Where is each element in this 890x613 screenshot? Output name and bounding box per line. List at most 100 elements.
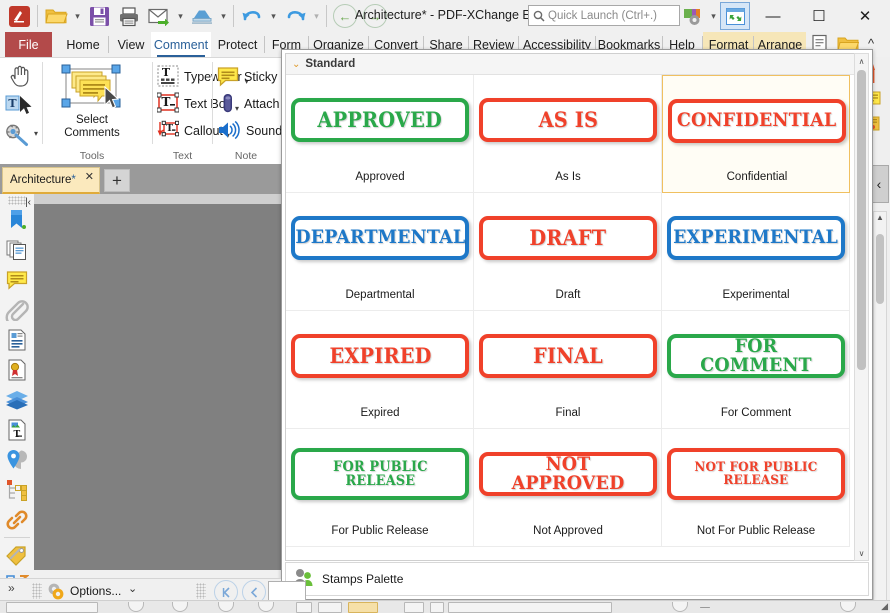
status-arc-4[interactable] (258, 602, 274, 612)
status-chip-4[interactable] (404, 602, 424, 613)
stamp-text: AS IS (538, 107, 598, 133)
stamp-cell[interactable]: DRAFT Draft (474, 193, 662, 311)
scroll-up-icon[interactable]: ▲ (874, 213, 886, 222)
stamps-group-header-standard[interactable]: ⌄ Standard (286, 54, 868, 75)
tab-home[interactable]: Home (60, 32, 106, 57)
stamp-cell[interactable]: AS IS As Is (474, 75, 662, 193)
undo-icon[interactable] (237, 2, 267, 30)
email-icon[interactable] (144, 2, 174, 30)
palette-scrollbar[interactable]: ∧ ∨ (854, 53, 869, 561)
structure-tree-icon[interactable] (0, 475, 34, 505)
stamp-cell[interactable]: NOT APPROVED Not Approved (474, 429, 662, 547)
palette-scroll-down-icon[interactable]: ∨ (855, 546, 868, 560)
comments-icon[interactable] (0, 265, 34, 295)
tab-file[interactable]: File (5, 32, 52, 57)
attach-button[interactable]: Attach (217, 91, 279, 117)
document-canvas[interactable] (34, 194, 281, 570)
sticky-note-icon (217, 65, 239, 90)
scan-icon[interactable] (187, 2, 217, 30)
tags-icon[interactable] (0, 540, 34, 570)
app-logo-icon[interactable] (4, 2, 34, 30)
select-text-icon[interactable]: T (3, 90, 37, 120)
stamp-preview: APPROVED (286, 89, 474, 151)
tab-view[interactable]: View (111, 32, 151, 57)
search-icon (533, 10, 545, 22)
status-chip-3[interactable] (318, 602, 342, 613)
stamp-cell[interactable]: FOR PUBLIC RELEASE For Public Release (286, 429, 474, 547)
status-chip-1[interactable] (6, 602, 98, 613)
right-scrollbar[interactable]: ▲ (873, 211, 887, 611)
status-chip-active[interactable] (348, 602, 378, 613)
magic-wand-icon[interactable]: ▾ (3, 120, 38, 150)
quick-launch-placeholder: Quick Launch (Ctrl+.) (548, 9, 657, 22)
stamp-cell[interactable]: FINAL Final (474, 311, 662, 429)
maximize-button[interactable]: ☐ (796, 1, 842, 31)
stamp-cell[interactable]: DEPARTMENTAL Departmental (286, 193, 474, 311)
status-chip-2[interactable] (296, 602, 312, 613)
hand-tool-icon[interactable] (3, 60, 37, 90)
status-arc-6[interactable] (840, 602, 856, 612)
nav-overflow-icon[interactable]: » (8, 581, 15, 595)
attach-icon (217, 92, 239, 117)
stamp-cell[interactable]: APPROVED Approved (286, 75, 474, 193)
scan-dropdown-caret[interactable]: ▾ (217, 2, 230, 30)
chevron-down-icon[interactable]: ▾ (34, 129, 38, 138)
pager-drag-grip[interactable] (196, 583, 206, 599)
layers-icon[interactable] (0, 385, 34, 415)
stamp-cell[interactable]: EXPERIMENTAL Experimental (662, 193, 850, 311)
minimize-button[interactable]: — (750, 1, 796, 31)
redo-dropdown-caret[interactable]: ▾ (310, 2, 323, 30)
nav-collapse-button[interactable]: |‹ (0, 194, 34, 211)
document-tab-architecture[interactable]: Architecture* ✕ (2, 167, 100, 194)
status-arc-5[interactable] (672, 602, 688, 612)
stamp-cell[interactable]: FOR COMMENT For Comment (662, 311, 850, 429)
close-button[interactable]: ✕ (842, 1, 888, 31)
right-scrollbar-thumb[interactable] (876, 234, 884, 304)
stamp-preview: NOT APPROVED (474, 443, 662, 505)
tab-comment[interactable]: Comment (151, 32, 211, 57)
stamp-cell[interactable]: EXPIRED Expired (286, 311, 474, 429)
undo-dropdown-caret[interactable]: ▾ (267, 2, 280, 30)
email-dropdown-caret[interactable]: ▾ (174, 2, 187, 30)
options-label[interactable]: Options... (70, 584, 121, 598)
options-drag-grip[interactable] (32, 583, 42, 599)
pages-thumbnails-icon[interactable] (0, 235, 34, 265)
destinations-icon[interactable] (0, 445, 34, 475)
resize-grip-icon[interactable]: ◢ (881, 601, 888, 612)
tab-protect[interactable]: Protect (213, 32, 262, 57)
stamp-cell[interactable]: CONFIDENTIAL Confidential (662, 75, 850, 193)
close-tab-icon[interactable]: ✕ (85, 170, 94, 183)
redo-icon[interactable] (280, 2, 310, 30)
sound-button[interactable]: Sound (217, 118, 282, 144)
stamp-preview: FOR PUBLIC RELEASE (286, 443, 474, 505)
select-comments-button[interactable]: Select Comments (46, 62, 138, 140)
status-arc-1[interactable] (128, 602, 144, 612)
settings-dropdown-caret[interactable]: ▾ (707, 2, 720, 30)
status-arc-3[interactable] (218, 602, 234, 612)
stamp-text: CONFIDENTIAL (677, 109, 837, 132)
sticky-note-button[interactable]: Sticky (217, 64, 277, 90)
palette-scroll-up-icon[interactable]: ∧ (855, 54, 868, 68)
chevron-down-icon[interactable]: ⌄ (292, 59, 300, 70)
signatures-icon[interactable] (0, 355, 34, 385)
options-dropdown-caret[interactable]: ⌄ (128, 582, 137, 595)
links-icon[interactable] (0, 505, 34, 535)
new-tab-button[interactable]: + (104, 169, 130, 192)
stamp-cell[interactable]: NOT FOR PUBLIC RELEASE Not For Public Rel… (662, 429, 850, 547)
open-folder-icon[interactable] (41, 2, 71, 30)
status-chip-6[interactable] (448, 602, 612, 613)
fullscreen-icon[interactable] (720, 2, 750, 30)
status-chip-5[interactable] (430, 602, 444, 613)
save-icon[interactable] (84, 2, 114, 30)
quick-launch-input[interactable]: Quick Launch (Ctrl+.) (528, 5, 680, 26)
open-dropdown-caret[interactable]: ▾ (71, 2, 84, 30)
palette-scrollbar-thumb[interactable] (857, 70, 866, 370)
status-arc-2[interactable] (172, 602, 188, 612)
settings-icon[interactable] (679, 3, 707, 29)
stamp-caption: Confidential (726, 171, 788, 183)
page-number-input[interactable] (268, 581, 306, 602)
content-icon[interactable]: T (0, 415, 34, 445)
attachments-icon[interactable] (0, 295, 34, 325)
print-icon[interactable] (114, 2, 144, 30)
fields-icon[interactable] (0, 325, 34, 355)
